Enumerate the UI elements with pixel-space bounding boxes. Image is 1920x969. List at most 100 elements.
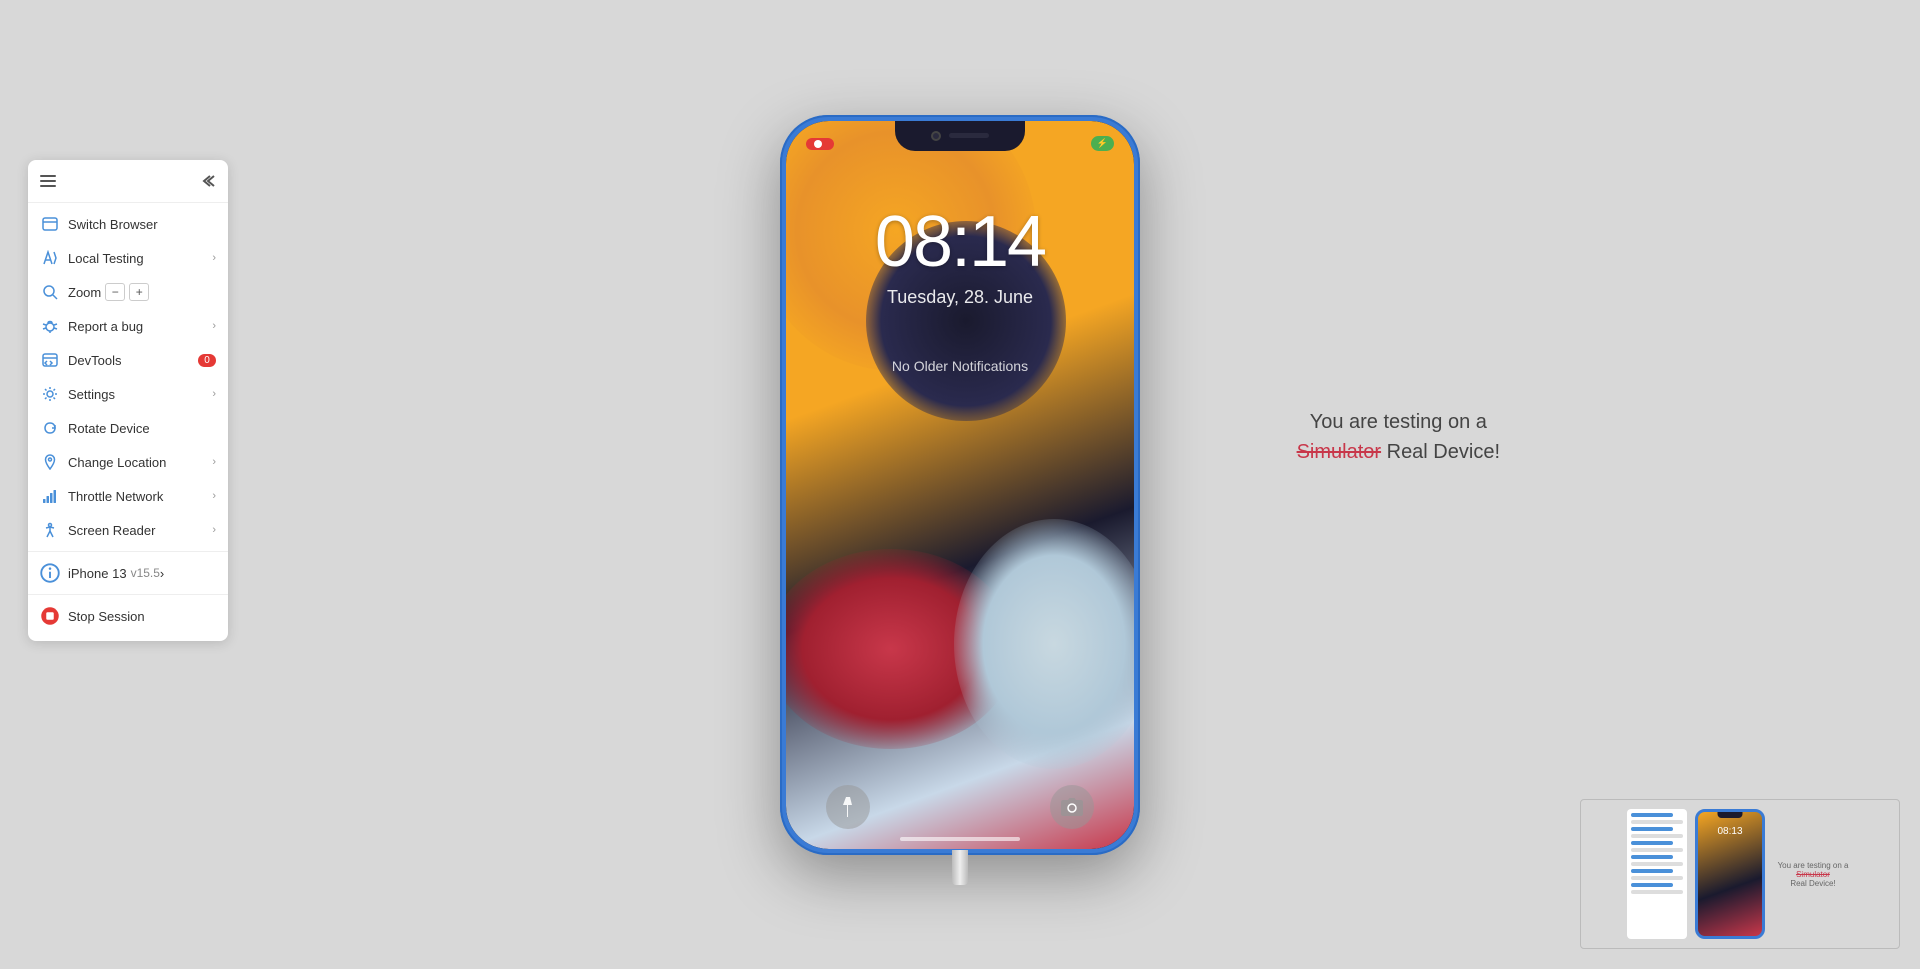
location-icon (40, 452, 60, 472)
bug-icon (40, 316, 60, 336)
screen-blob-blue (954, 519, 1134, 769)
menu-icon[interactable] (40, 174, 56, 192)
sidebar-item-screen-reader[interactable]: Screen Reader › (28, 513, 228, 547)
zoom-controls: − + (105, 283, 149, 301)
chevron-icon: › (160, 566, 164, 581)
battery-indicator: ⚡ (1091, 136, 1114, 151)
thumb-notch (1718, 812, 1743, 818)
thumb-phone: 08:13 (1695, 809, 1765, 939)
device-name: iPhone 13 (68, 566, 127, 581)
sidebar-item-switch-browser[interactable]: Switch Browser (28, 207, 228, 241)
phone-container: ⚡ 08:14 Tuesday, 28. June No Older Notif… (780, 115, 1140, 855)
thumb-time: 08:13 (1698, 826, 1762, 837)
divider-2 (28, 594, 228, 595)
accessibility-icon (40, 520, 60, 540)
sidebar-header (28, 168, 228, 203)
stop-icon (40, 606, 60, 626)
switch-browser-label: Switch Browser (68, 217, 158, 232)
phone-inner: ⚡ 08:14 Tuesday, 28. June No Older Notif… (786, 121, 1134, 849)
thumb-line (1631, 820, 1683, 824)
chevron-icon: › (212, 252, 216, 264)
device-version: v15.5 (131, 566, 160, 580)
sidebar: Switch Browser Local Testing › Zoom − + (28, 160, 228, 641)
info-icon (40, 563, 60, 583)
devtools-badge: 0 (198, 354, 216, 367)
testing-info-text: You are testing on a Simulator Real Devi… (1297, 407, 1500, 467)
sidebar-item-report-bug[interactable]: Report a bug › (28, 309, 228, 343)
recording-dot (814, 140, 822, 148)
change-location-label: Change Location (68, 455, 166, 470)
thumb-line (1631, 848, 1683, 852)
zoom-out-button[interactable]: − (105, 283, 125, 301)
rotate-device-label: Rotate Device (68, 421, 150, 436)
testing-info-line1: You are testing on a (1310, 411, 1487, 433)
recording-indicator (806, 138, 834, 150)
thumb-line (1631, 855, 1673, 859)
thumb-info: You are testing on a Simulator Real Devi… (1773, 861, 1853, 888)
thumb-line (1631, 862, 1683, 866)
devtools-label: DevTools (68, 353, 121, 368)
sidebar-item-change-location[interactable]: Change Location › (28, 445, 228, 479)
thumb-real-device: Real Device! (1790, 879, 1835, 888)
notifications-area: No Older Notifications (786, 358, 1134, 374)
thumb-line (1631, 876, 1683, 880)
sidebar-item-local-testing[interactable]: Local Testing › (28, 241, 228, 275)
time-display: 08:14 (786, 201, 1134, 283)
collapse-icon[interactable] (200, 174, 216, 192)
chevron-icon: › (212, 490, 216, 502)
devtools-icon (40, 350, 60, 370)
notch-speaker (949, 133, 989, 138)
lock-screen-content: 08:14 Tuesday, 28. June No Older Notific… (786, 201, 1134, 374)
chevron-icon: › (212, 524, 216, 536)
thumb-line (1631, 883, 1673, 887)
sidebar-item-settings[interactable]: Settings › (28, 377, 228, 411)
chevron-icon: › (212, 456, 216, 468)
real-device-text: Real Device! (1381, 441, 1500, 463)
thumb-line (1631, 841, 1673, 845)
local-testing-icon (40, 248, 60, 268)
sidebar-item-throttle-network[interactable]: Throttle Network › (28, 479, 228, 513)
report-bug-label: Report a bug (68, 319, 143, 334)
thumb-line (1631, 813, 1673, 817)
phone-bottom-controls (786, 785, 1134, 829)
no-notifications-text: No Older Notifications (786, 358, 1134, 374)
network-icon (40, 486, 60, 506)
chevron-icon: › (212, 320, 216, 332)
simulator-text: Simulator (1297, 441, 1381, 463)
flashlight-button[interactable] (826, 785, 870, 829)
phone-frame: ⚡ 08:14 Tuesday, 28. June No Older Notif… (780, 115, 1140, 855)
phone-screen[interactable]: ⚡ 08:14 Tuesday, 28. June No Older Notif… (786, 121, 1134, 849)
stop-session-label: Stop Session (68, 609, 145, 624)
sidebar-item-devtools[interactable]: DevTools 0 (28, 343, 228, 377)
zoom-in-button[interactable]: + (129, 283, 149, 301)
screen-reader-label: Screen Reader (68, 523, 155, 538)
thumb-line (1631, 869, 1673, 873)
thumb-info-line1: You are testing on a (1778, 861, 1849, 870)
thumb-simulator: Simulator (1796, 870, 1830, 879)
thumbnail-preview: 08:13 You are testing on a Simulator Rea… (1580, 799, 1900, 949)
zoom-label: Zoom (68, 285, 101, 300)
sidebar-item-stop-session[interactable]: Stop Session (28, 599, 228, 633)
sidebar-item-rotate-device[interactable]: Rotate Device (28, 411, 228, 445)
camera-button[interactable] (1050, 785, 1094, 829)
sidebar-item-device-info[interactable]: iPhone 13 v15.5 › (28, 556, 228, 590)
thumb-line (1631, 834, 1683, 838)
thumb-line (1631, 890, 1683, 894)
testing-info: You are testing on a Simulator Real Devi… (1297, 407, 1500, 467)
battery-label: ⚡ (1097, 138, 1108, 149)
chevron-icon: › (212, 388, 216, 400)
charging-cable (952, 850, 968, 885)
notch (895, 121, 1025, 151)
thumb-sidebar (1627, 809, 1687, 939)
settings-icon (40, 384, 60, 404)
divider (28, 551, 228, 552)
date-display: Tuesday, 28. June (786, 287, 1134, 308)
settings-label: Settings (68, 387, 115, 402)
throttle-network-label: Throttle Network (68, 489, 163, 504)
thumb-line (1631, 827, 1673, 831)
local-testing-label: Local Testing (68, 251, 144, 266)
zoom-icon (40, 282, 60, 302)
notch-camera (931, 131, 941, 141)
sidebar-item-zoom: Zoom − + (28, 275, 228, 309)
browser-icon (40, 214, 60, 234)
